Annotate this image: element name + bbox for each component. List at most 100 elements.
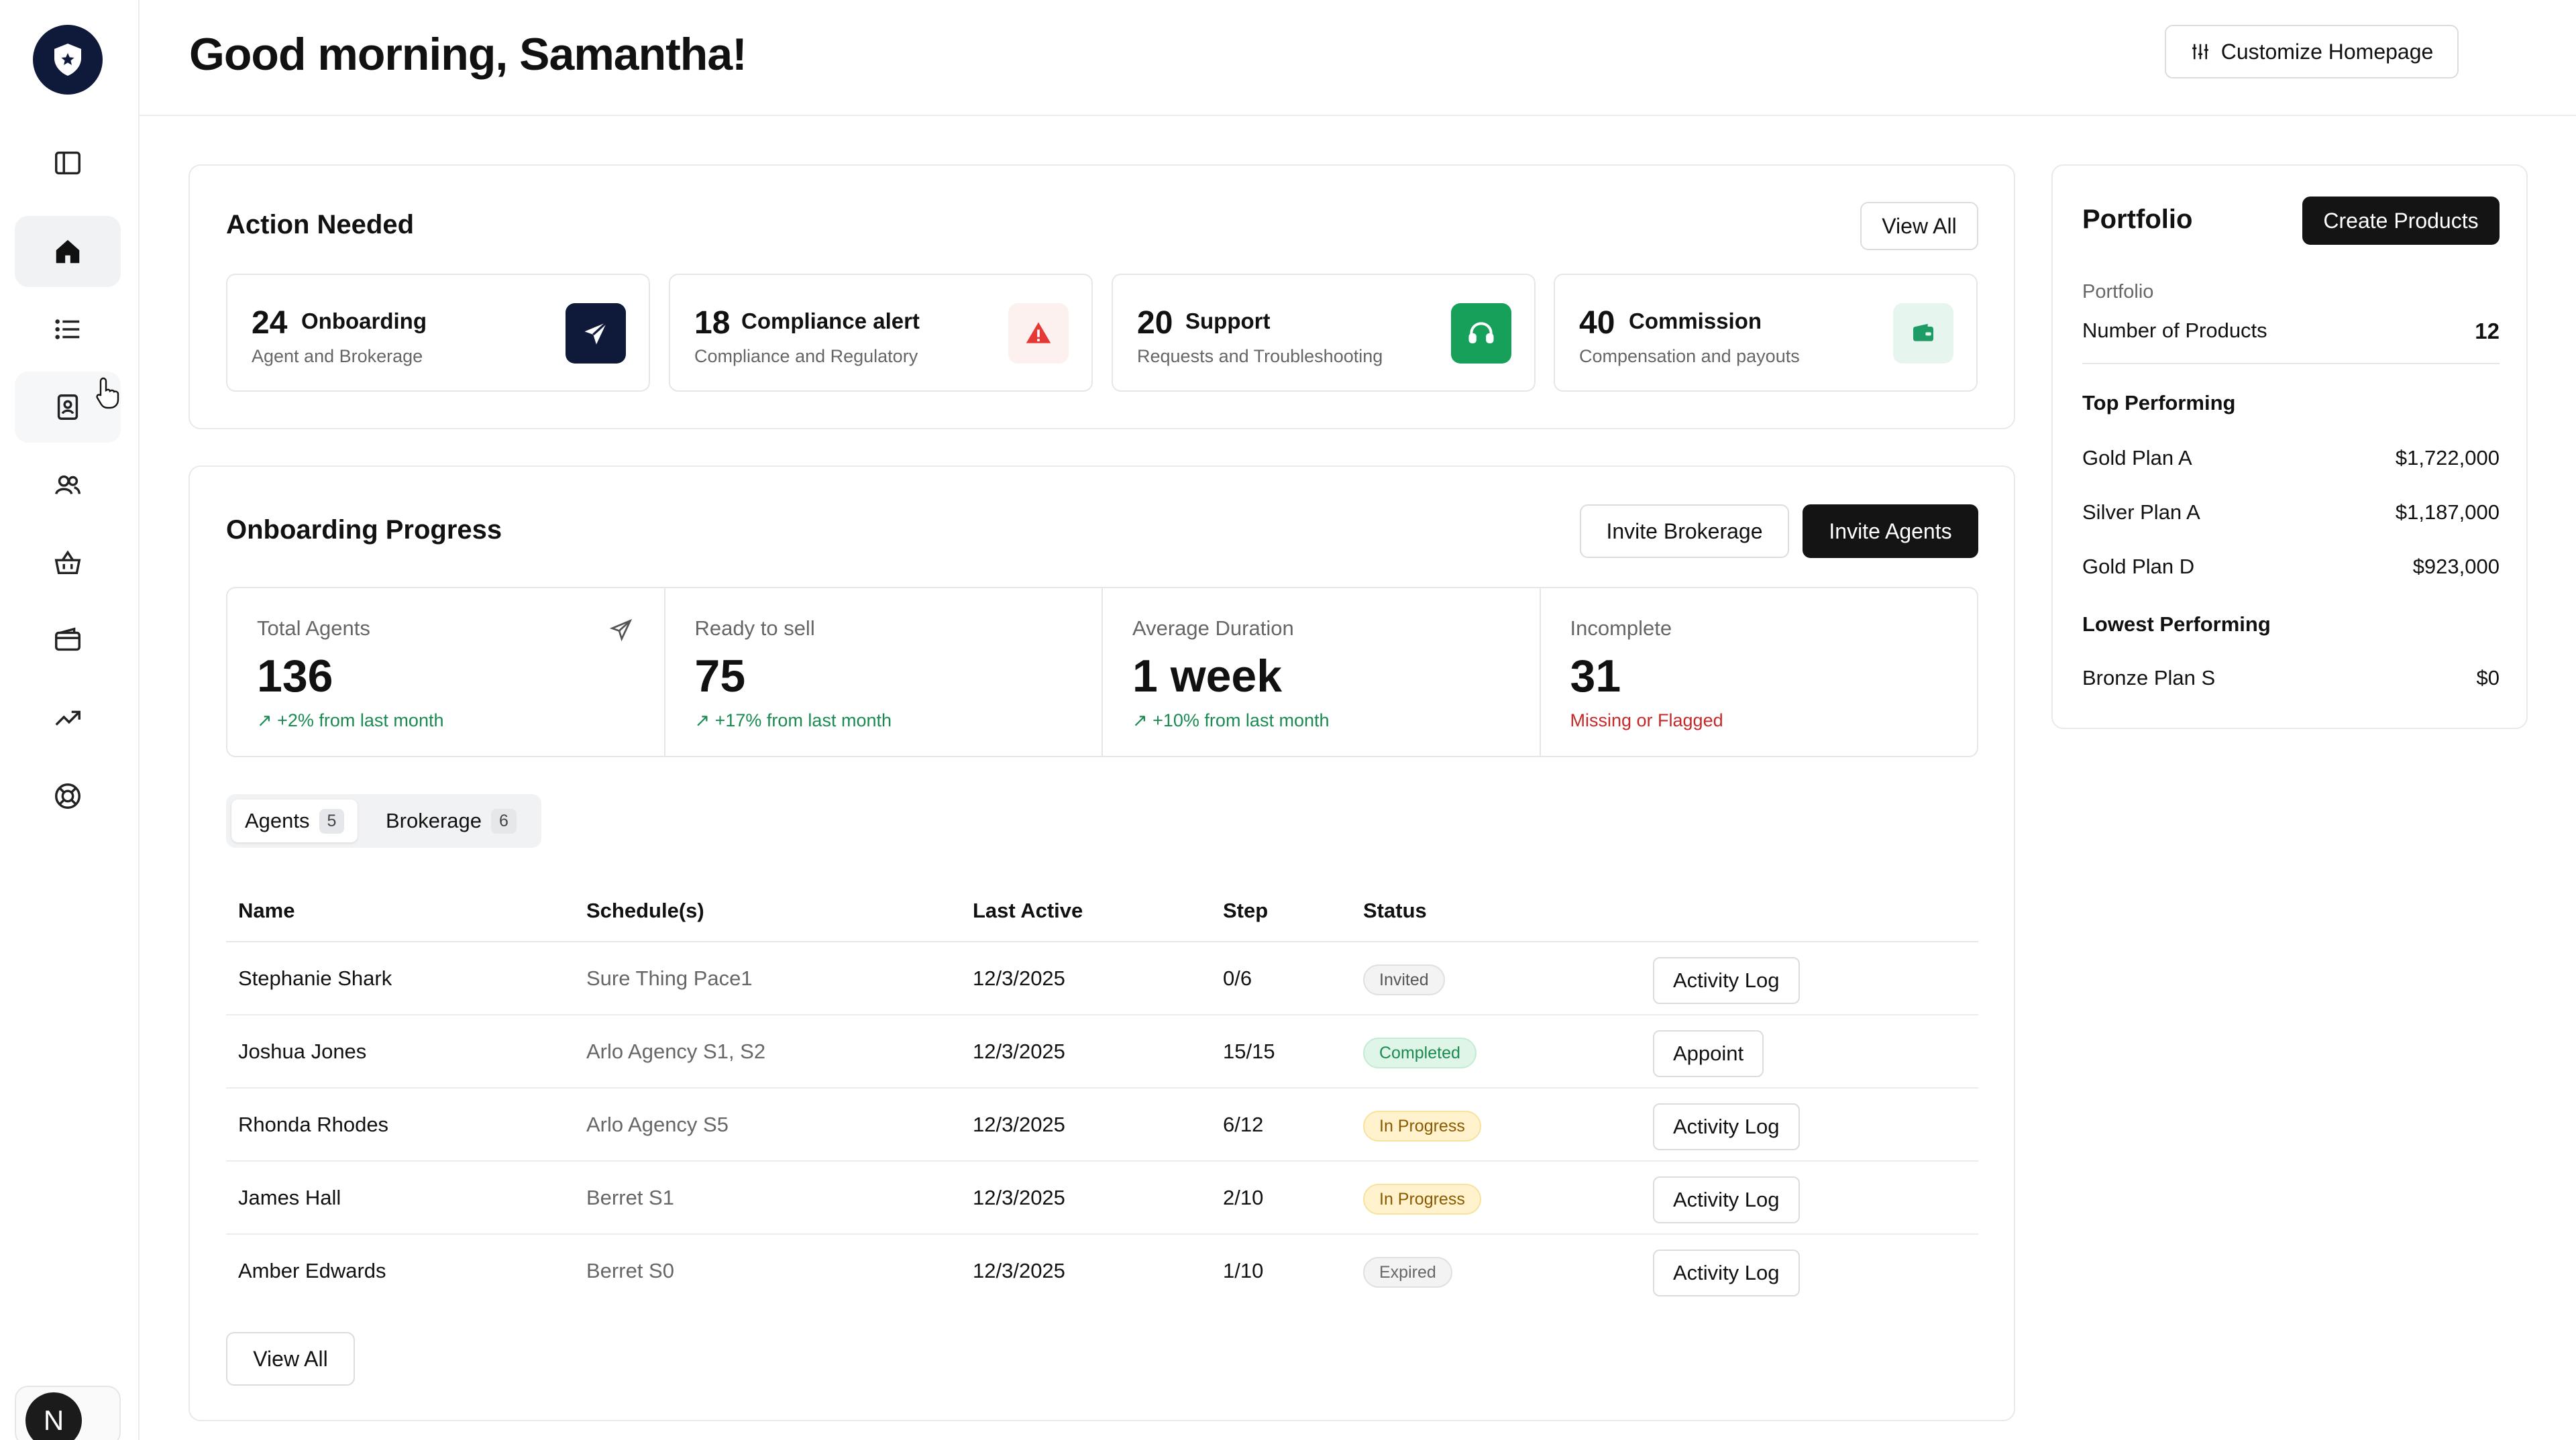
- headset-icon: [1468, 322, 1494, 343]
- sidebar-item-home[interactable]: [15, 216, 121, 287]
- tile-subtitle: Compensation and payouts: [1579, 346, 1800, 366]
- portfolio-section-label: Portfolio: [2082, 281, 2154, 302]
- column-header-last-active[interactable]: Last Active: [973, 899, 1083, 923]
- contact-card-icon: [57, 394, 78, 420]
- action-tile-support[interactable]: 20 Support Requests and Troubleshooting: [1112, 274, 1536, 392]
- action-needed-view-all-button[interactable]: View All: [1860, 202, 1978, 250]
- column-header-schedules[interactable]: Schedule(s): [586, 899, 704, 923]
- shield-star-icon: [54, 44, 81, 76]
- customize-homepage-label: Customize Homepage: [2220, 39, 2434, 64]
- tile-subtitle: Agent and Brokerage: [252, 346, 423, 366]
- tab-count: 5: [319, 808, 345, 834]
- tile-label: Compliance alert: [741, 309, 920, 333]
- home-icon: [56, 239, 80, 264]
- alert-icon: [1026, 322, 1051, 343]
- sidebar-item-wallet[interactable]: [15, 605, 121, 676]
- sidebar-panel-icon: [55, 151, 80, 175]
- cell-last-active: 12/3/2025: [973, 1186, 1065, 1209]
- cell-last-active: 12/3/2025: [973, 1040, 1065, 1063]
- table-row: James Hall Berret S1 12/3/2025 2/10 In P…: [226, 1162, 1978, 1235]
- column-header-status[interactable]: Status: [1363, 899, 1427, 923]
- stat-label: Ready to sell: [694, 616, 815, 640]
- activity-log-button[interactable]: Activity Log: [1653, 1103, 1800, 1150]
- cell-schedule: Sure Thing Pace1: [586, 966, 753, 990]
- wallet-icon: [1913, 323, 1933, 341]
- activity-log-button[interactable]: Activity Log: [1653, 1176, 1800, 1223]
- status-badge: Expired: [1363, 1257, 1452, 1288]
- stat-value: 75: [694, 651, 746, 702]
- column-header-name[interactable]: Name: [238, 899, 294, 923]
- product-name: Silver Plan A: [2082, 500, 2200, 524]
- stat-trend: ↗ +10% from last month: [1132, 710, 1330, 730]
- cell-step: 2/10: [1223, 1186, 1264, 1209]
- trending-up-icon: [55, 710, 80, 726]
- appoint-button[interactable]: Appoint: [1653, 1030, 1764, 1077]
- invite-agents-button[interactable]: Invite Agents: [1803, 504, 1978, 558]
- tab-agents[interactable]: Agents 5: [231, 799, 358, 842]
- lowest-performing-label: Lowest Performing: [2082, 612, 2271, 636]
- stat-value: 136: [257, 651, 333, 702]
- agents-brokerage-tabs: Agents 5 Brokerage 6: [226, 794, 541, 848]
- stat-ready-to-sell: Ready to sell 75 ↗ +17% from last month: [665, 588, 1103, 756]
- product-value: $923,000: [2412, 555, 2500, 578]
- number-of-products-label: Number of Products: [2082, 319, 2267, 342]
- onboarding-view-all-button[interactable]: View All: [226, 1332, 355, 1386]
- stat-value: 31: [1570, 651, 1621, 702]
- stat-trend: ↗ +2% from last month: [257, 710, 444, 730]
- tile-subtitle: Compliance and Regulatory: [694, 346, 918, 366]
- sidebar-toggle-button[interactable]: [15, 127, 121, 199]
- users-icon: [55, 475, 80, 495]
- tab-brokerage[interactable]: Brokerage 6: [372, 799, 530, 842]
- action-needed-title: Action Needed: [226, 210, 415, 239]
- agents-table: Name Schedule(s) Last Active Step Status…: [226, 885, 1978, 1308]
- stat-total-agents: Total Agents 136 ↗ +2% from last month: [227, 588, 665, 756]
- sidebar-item-users[interactable]: [15, 449, 121, 520]
- view-all-label: View All: [253, 1346, 328, 1371]
- product-value: $1,722,000: [2395, 446, 2500, 469]
- tab-label: Brokerage: [386, 809, 482, 832]
- create-products-button[interactable]: Create Products: [2302, 197, 2500, 245]
- cell-schedule: Berret S0: [586, 1259, 674, 1282]
- tile-subtitle: Requests and Troubleshooting: [1137, 346, 1383, 366]
- top-header: Good morning, Samantha! Customize Homepa…: [140, 0, 2576, 116]
- action-tile-commission[interactable]: 40 Commission Compensation and payouts: [1554, 274, 1978, 392]
- action-tile-compliance[interactable]: 18 Compliance alert Compliance and Regul…: [669, 274, 1093, 392]
- stat-incomplete: Incomplete 31 Missing or Flagged: [1541, 588, 1978, 756]
- sliders-icon: [2192, 44, 2208, 60]
- cell-schedule: Berret S1: [586, 1186, 674, 1209]
- column-header-step[interactable]: Step: [1223, 899, 1268, 923]
- tile-icon-box: [1893, 303, 1953, 364]
- activity-log-button[interactable]: Activity Log: [1653, 1250, 1800, 1296]
- customize-homepage-button[interactable]: Customize Homepage: [2165, 25, 2459, 78]
- lowest-performing-list: Bronze Plan S $0: [2082, 666, 2500, 700]
- sidebar-item-list[interactable]: [15, 294, 121, 365]
- page-title: Good morning, Samantha!: [189, 29, 747, 80]
- cell-last-active: 12/3/2025: [973, 1259, 1065, 1282]
- cell-name: Rhonda Rhodes: [238, 1113, 389, 1136]
- cell-step: 6/12: [1223, 1113, 1264, 1136]
- onboarding-progress-title: Onboarding Progress: [226, 515, 502, 545]
- action-tile-onboarding[interactable]: 24 Onboarding Agent and Brokerage: [226, 274, 650, 392]
- table-header: Name Schedule(s) Last Active Step Status: [226, 885, 1978, 942]
- send-icon: [584, 321, 608, 345]
- view-all-label: View All: [1882, 213, 1957, 238]
- sidebar-item-support[interactable]: [15, 761, 121, 832]
- cell-step: 15/15: [1223, 1040, 1275, 1063]
- tile-label: Commission: [1629, 309, 1762, 333]
- activity-log-button[interactable]: Activity Log: [1653, 957, 1800, 1004]
- invite-brokerage-button[interactable]: Invite Brokerage: [1580, 504, 1789, 558]
- cell-name: Joshua Jones: [238, 1040, 367, 1063]
- brand-logo[interactable]: [33, 25, 103, 95]
- number-of-products-row: Number of Products 12: [2082, 319, 2500, 343]
- product-value: $0: [2476, 666, 2500, 689]
- tab-count: 6: [491, 808, 517, 834]
- sidebar-item-products[interactable]: [15, 527, 121, 598]
- tab-label: Agents: [245, 809, 310, 832]
- sidebar-item-trends[interactable]: [15, 683, 121, 754]
- cell-name: James Hall: [238, 1186, 341, 1209]
- cell-step: 0/6: [1223, 966, 1252, 990]
- status-badge: In Progress: [1363, 1184, 1481, 1215]
- portfolio-title: Portfolio: [2082, 205, 2193, 234]
- tile-icon-box: [1008, 303, 1069, 364]
- stat-value: 1 week: [1132, 651, 1283, 702]
